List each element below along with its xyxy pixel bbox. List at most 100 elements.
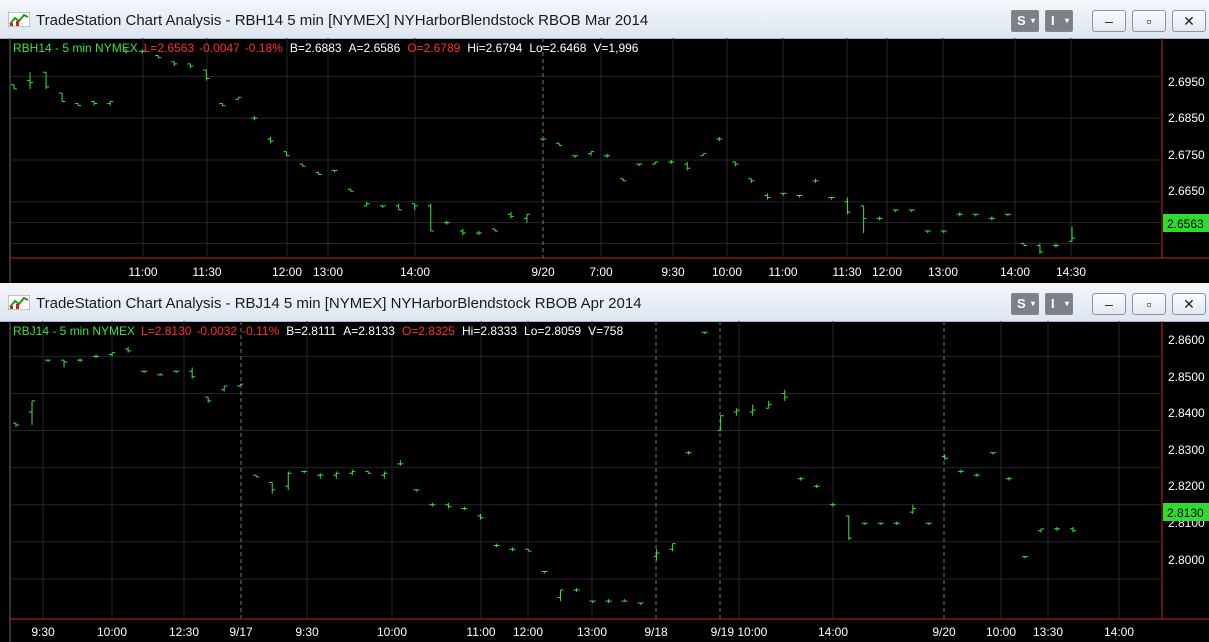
time-label: 13:00 [928,265,958,279]
ohlc-bar [347,188,354,192]
ohlc-bar [989,452,996,455]
style-menu-button[interactable]: S ▾ [1011,293,1039,315]
chart-window-rbh14[interactable]: TradeStation Chart Analysis - RBH14 5 mi… [0,0,1209,283]
maximize-button[interactable]: ▫ [1132,10,1166,32]
ohlc-bar [541,570,548,574]
ohlc-bar [892,209,899,213]
ohlc-bar [701,331,708,335]
pct-change-text: -0.11% [242,324,279,338]
ohlc-bar [219,103,226,107]
low-text: Lo=2.6468 [529,41,586,55]
ohlc-bar [11,84,17,90]
ohlc-bar [59,92,66,102]
ohlc-bar [493,543,500,548]
ohlc-bar [141,370,148,374]
time-label: 9/20 [932,625,956,639]
ohlc-bar [876,216,883,221]
ohlc-bar [107,100,114,106]
ohlc-bar [413,489,420,492]
ohlc-bar [331,169,338,173]
chevron-down-icon: ▾ [1064,299,1069,308]
ohlc-bar [828,197,835,200]
ohlc-bar [909,504,916,515]
ask-text: A=2.8133 [343,324,395,338]
ohlc-bar [477,514,484,520]
window-title: TradeStation Chart Analysis - RBJ14 5 mi… [36,295,642,312]
ohlc-bar [796,194,803,198]
time-label: 9/17 [229,625,253,639]
price-chart[interactable]: RBH14 - 5 min NYMEX L=2.6563 -0.0047 -0.18%… [0,38,1209,283]
indicator-menu-button[interactable]: I ▾ [1045,293,1073,315]
ohlc-bar [43,71,50,89]
time-label: 11:00 [128,265,157,279]
ohlc-bar [637,602,644,605]
ohlc-bar [780,192,787,196]
style-menu-button[interactable]: S ▾ [1011,10,1039,32]
ohlc-bar [285,471,292,490]
ohlc-bar [205,396,212,403]
maximize-button[interactable]: ▫ [1132,293,1166,315]
ohlc-bar [764,193,771,200]
ohlc-bar [203,69,210,81]
chart-window-rbj14[interactable]: TradeStation Chart Analysis - RBJ14 5 mi… [0,283,1209,642]
time-label: 12:00 [272,265,302,279]
title-bar[interactable]: TradeStation Chart Analysis - RBH14 5 mi… [0,0,1209,39]
price-chart[interactable]: RBJ14 - 5 min NYMEX L=2.8130 -0.0032 -0.11%… [0,321,1209,642]
close-button[interactable]: ✕ [1172,10,1206,32]
maximize-icon: ▫ [1146,13,1152,29]
ohlc-bar [877,522,884,526]
open-text: O=2.6789 [407,41,460,55]
ohlc-bar [363,201,370,207]
ohlc-bar [237,383,244,387]
ohlc-bar [509,547,516,552]
ohlc-bar [13,422,19,427]
ohlc-bar [652,161,659,165]
ohlc-bar [1070,526,1076,533]
ohlc-bar [75,103,82,107]
indicator-button-label: I [1051,13,1055,28]
ohlc-bar [940,230,947,234]
ohlc-bar [605,599,612,604]
ohlc-bar [765,400,772,409]
symbol-label: RBJ14 - 5 min NYMEX [13,324,135,338]
ohlc-bar [588,151,595,156]
price-axis-labels: 2.6950 2.6850 2.6750 2.6650 [1168,75,1205,198]
minimize-button[interactable]: – [1092,10,1126,32]
ohlc-bar [1021,556,1028,559]
ohlc-bar [379,205,386,208]
pct-change-text: -0.18% [245,41,283,55]
price-label: 2.8500 [1168,370,1205,384]
bid-text: B=2.6883 [290,41,342,55]
time-axis-labels: 9:30 10:00 12:30 9/17 9:30 10:00 11:00 1… [31,625,1134,639]
minimize-button[interactable]: – [1092,293,1126,315]
price-label: 2.8300 [1168,443,1205,457]
ohlc-bar [749,404,756,416]
style-button-label: S [1017,13,1026,28]
minimize-icon: – [1105,13,1113,29]
ohlc-bar [717,415,724,432]
maximize-icon: ▫ [1146,296,1152,312]
time-label: 10:00 [712,265,742,279]
ohlc-bar [573,588,580,592]
title-bar[interactable]: TradeStation Chart Analysis - RBJ14 5 mi… [0,283,1209,322]
time-label: 12:00 [872,265,902,279]
ohlc-bar [924,230,931,234]
ohlc-bar [557,589,564,602]
time-label: 9/19 10:00 [711,625,768,639]
ohlc-bar [941,454,948,461]
ohlc-bar [189,367,196,379]
svg-text:RBJ14 - 5 min NYMEXL=2.8130-0: RBJ14 - 5 min NYMEX L=2.8130 -0.0032 -0.11%… [13,324,623,338]
indicator-menu-button[interactable]: I ▾ [1045,10,1073,32]
price-label: 2.6650 [1168,184,1205,198]
ohlc-bar [397,460,404,466]
time-label: 11:00 [466,625,495,639]
ohlc-bar [957,469,964,474]
bid-text: B=2.8111 [286,324,336,338]
close-button[interactable]: ✕ [1172,293,1206,315]
grid-lines [11,321,1161,618]
window-title: TradeStation Chart Analysis - RBH14 5 mi… [36,12,649,29]
time-label: 9:30 [31,625,55,639]
ohlc-bar [283,151,290,157]
ask-text: A=2.6586 [349,41,401,55]
ohlc-bar [523,213,530,223]
